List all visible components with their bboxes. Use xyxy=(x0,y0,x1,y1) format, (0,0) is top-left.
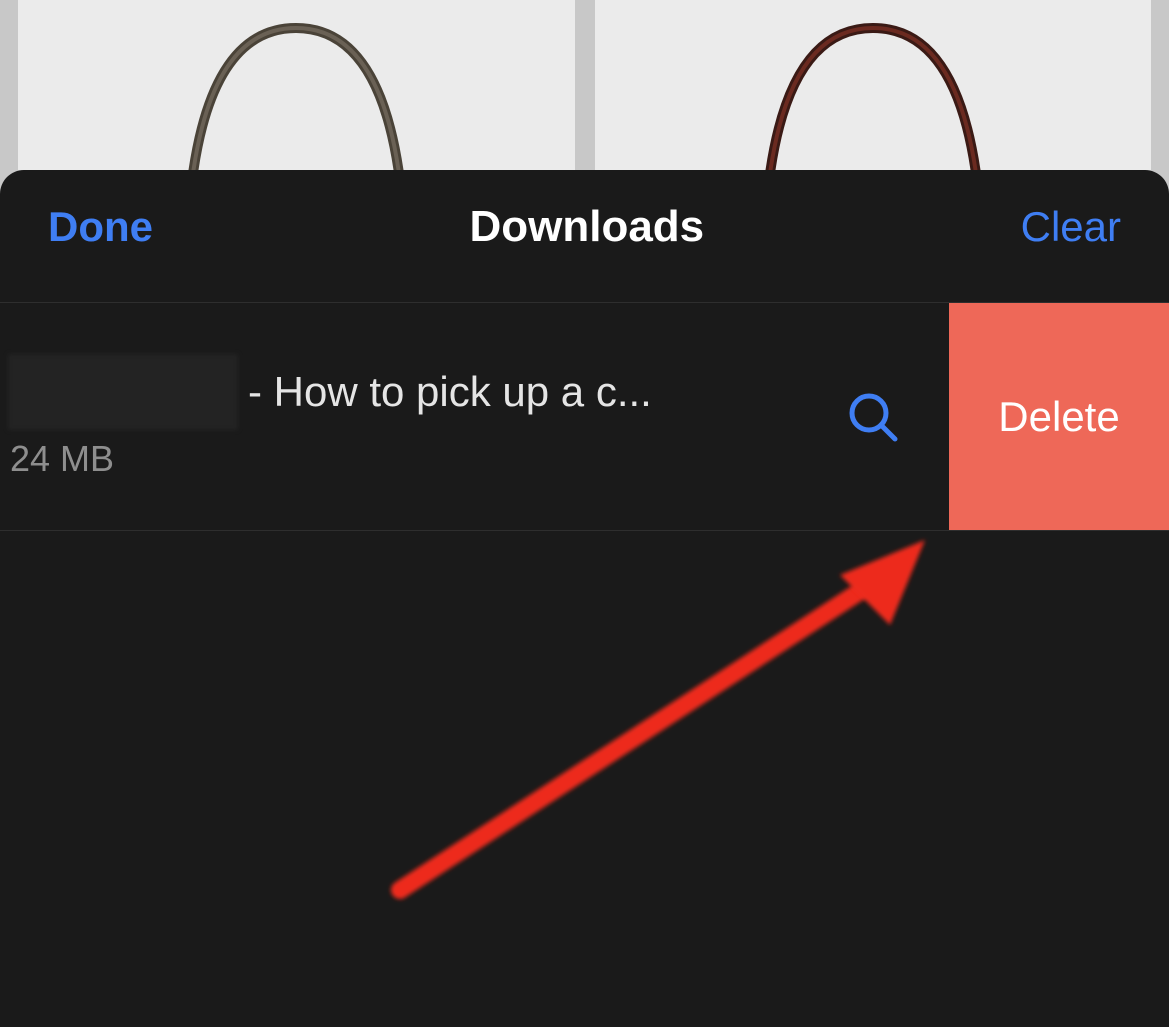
background-card-left xyxy=(18,0,575,170)
done-button[interactable]: Done xyxy=(48,203,153,251)
download-content[interactable]: - How to pick up a c... 24 MB xyxy=(0,303,949,530)
clear-button[interactable]: Clear xyxy=(1021,203,1121,251)
handbag-image-right xyxy=(723,8,1023,170)
download-info: - How to pick up a c... 24 MB xyxy=(8,354,825,480)
download-row[interactable]: - How to pick up a c... 24 MB Delete xyxy=(0,303,1169,531)
reveal-in-finder-button[interactable] xyxy=(825,389,933,445)
search-icon xyxy=(845,389,901,445)
download-title: - How to pick up a c... xyxy=(248,368,652,416)
delete-button[interactable]: Delete xyxy=(949,303,1169,530)
background-content xyxy=(0,0,1169,170)
handbag-image-left xyxy=(146,8,446,170)
downloads-sheet: Done Downloads Clear - How to pick up a … xyxy=(0,170,1169,1027)
sheet-title: Downloads xyxy=(469,202,704,252)
redacted-filename-prefix xyxy=(8,354,238,430)
download-size: 24 MB xyxy=(10,438,825,480)
sheet-header: Done Downloads Clear xyxy=(0,170,1169,303)
background-card-right xyxy=(595,0,1152,170)
